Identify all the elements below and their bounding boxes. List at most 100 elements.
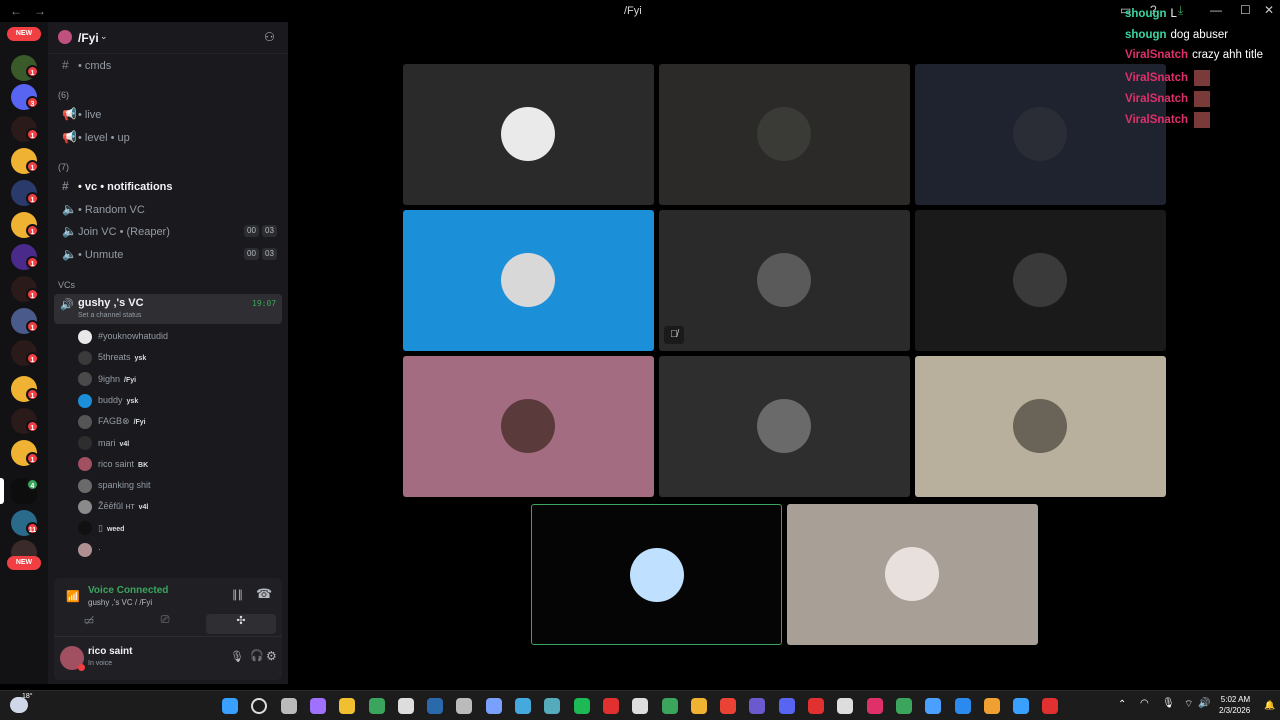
video-tile[interactable] (403, 356, 654, 497)
app-icon[interactable] (544, 698, 561, 714)
app-icon[interactable] (515, 698, 531, 714)
member-tag: v4l (138, 504, 149, 512)
spotify-icon[interactable] (573, 698, 590, 714)
video-tile[interactable] (403, 64, 654, 205)
video-tile[interactable] (915, 210, 1166, 351)
channel-live[interactable]: 📢• live (56, 104, 282, 124)
voice-status[interactable]: Voice Connected (88, 585, 168, 596)
file-explorer-icon[interactable] (339, 698, 356, 714)
app-icon[interactable] (954, 698, 971, 714)
settings-icon[interactable] (485, 698, 502, 714)
app-icon[interactable] (808, 698, 824, 714)
video-tile[interactable] (403, 210, 654, 351)
avatar (885, 547, 939, 601)
active-voice-channel[interactable]: 🔊 gushy ,'s VC 19:07 Set a channel statu… (54, 294, 282, 324)
opera-icon[interactable] (602, 698, 619, 714)
chrome-icon[interactable] (720, 698, 737, 714)
voice-member[interactable]: buddy ysk (78, 390, 278, 410)
voice-channel-random[interactable]: 🔈• Random VC (56, 199, 282, 219)
app-icon[interactable] (925, 698, 942, 714)
download-icon[interactable]: ⤓ (1178, 3, 1183, 18)
terminal-icon[interactable] (397, 698, 414, 714)
video-tile[interactable] (659, 64, 910, 205)
voice-channel-unmute[interactable]: 🔈• Unmute 00 03 (56, 244, 282, 264)
copilot-icon[interactable] (309, 698, 326, 714)
user-name[interactable]: rico saint (88, 646, 132, 657)
video-tile[interactable] (787, 504, 1038, 645)
voice-member[interactable]: · (78, 539, 278, 559)
notification-bell-icon[interactable]: 🔔 (1264, 700, 1275, 711)
gear-icon[interactable]: ⚙ (266, 649, 277, 663)
video-tile[interactable] (659, 210, 910, 351)
voice-member[interactable]: FAGB⊗/Fyi (78, 411, 278, 431)
forward-arrow-icon[interactable]: → (34, 4, 46, 18)
voice-member[interactable]: 9ighn/Fyi (78, 369, 278, 389)
network-icon[interactable]: ⌔ (1184, 698, 1193, 711)
disconnect-icon[interactable]: ☎ (256, 586, 272, 602)
volume-icon[interactable]: 🔊 (1198, 698, 1210, 709)
voice-channel-join[interactable]: 🔈Join VC • (Reaper) 00 03 (56, 221, 282, 241)
app-icon[interactable] (749, 698, 766, 714)
category-7[interactable]: (7) (58, 162, 69, 172)
wifi-icon[interactable]: ◠ (1140, 698, 1149, 709)
voice-member[interactable]: rico saint BK (78, 454, 278, 474)
tiktok-icon[interactable] (866, 698, 883, 714)
maximize-button[interactable]: ☐ (1240, 3, 1251, 17)
activities-icon[interactable]: ✣ (206, 614, 276, 634)
add-member-icon[interactable]: ⚇ (264, 30, 275, 44)
channel-level-up[interactable]: 📢• level • up (56, 127, 282, 147)
avatar (78, 478, 92, 493)
screen-share-icon[interactable]: ⎚ (130, 614, 200, 634)
close-button[interactable]: ✕ (1264, 3, 1274, 17)
server-header[interactable]: /Fyi ⌄ ⚇ (48, 22, 288, 54)
voice-location[interactable]: gushy ,'s VC / /Fyi (88, 598, 152, 607)
app-icon[interactable] (778, 698, 795, 714)
app-icon[interactable] (1013, 698, 1030, 714)
xbox-icon[interactable] (368, 698, 385, 714)
search-icon[interactable] (251, 698, 268, 714)
clock[interactable]: 5:02 AM 2/3/2026 (1219, 694, 1250, 716)
noise-suppression-icon[interactable]: ∥∥ (232, 588, 243, 601)
steam-icon[interactable] (427, 698, 444, 714)
channel-vc-notifications[interactable]: # • vc • notifications (56, 176, 282, 196)
app-icon[interactable] (895, 698, 912, 714)
github-icon[interactable] (456, 698, 473, 714)
headphones-icon[interactable]: 🎧 (250, 649, 264, 662)
voice-member[interactable]: Žēēfŭl ʜᴛ v4l (78, 496, 278, 516)
discord-icon[interactable] (690, 698, 707, 714)
windows-start-icon[interactable] (222, 698, 238, 714)
user-count: 00 (244, 248, 259, 260)
microphone-icon[interactable]: 🎙 (1162, 698, 1175, 709)
member-name: ▯ (98, 522, 103, 533)
app-icon[interactable] (661, 698, 678, 714)
channel-status[interactable]: Set a channel status (78, 312, 141, 319)
minimize-button[interactable]: — (1210, 3, 1222, 17)
voice-member[interactable]: mari v4l (78, 433, 278, 453)
category-vcs[interactable]: VCs (58, 280, 75, 290)
microphone-icon[interactable]: 🎙 (230, 650, 244, 663)
camera-off-icon[interactable]: ▭̸ (54, 614, 124, 634)
hash-icon: # (62, 179, 69, 193)
task-view-icon[interactable] (280, 698, 297, 714)
app-icon[interactable] (983, 698, 1000, 714)
voice-member[interactable]: spanking shit (78, 475, 278, 495)
video-tile[interactable] (531, 504, 782, 645)
chevron-up-icon[interactable]: ⌃ (1118, 699, 1126, 710)
category-6[interactable]: (6) (58, 90, 69, 100)
new-badge-bottom: NEW (7, 556, 41, 570)
voice-member[interactable]: 5threats ysk (78, 347, 278, 367)
voice-member[interactable]: ▯ weed (78, 518, 278, 538)
avatar (78, 436, 92, 451)
app-icon[interactable] (1042, 698, 1059, 714)
app-icon[interactable] (632, 698, 649, 714)
user-limit: 03 (262, 248, 277, 260)
mute-icon: 🎙̸ (664, 326, 684, 344)
back-arrow-icon[interactable]: ← (10, 4, 22, 18)
app-icon[interactable] (837, 698, 854, 714)
video-tile[interactable] (659, 356, 910, 497)
video-tile[interactable] (915, 356, 1166, 497)
channel-cmds[interactable]: # • cmds (56, 55, 282, 75)
avatar (78, 414, 92, 429)
signal-icon[interactable]: 📶 (66, 590, 80, 603)
voice-member[interactable]: #youknowhatudid (78, 326, 278, 346)
